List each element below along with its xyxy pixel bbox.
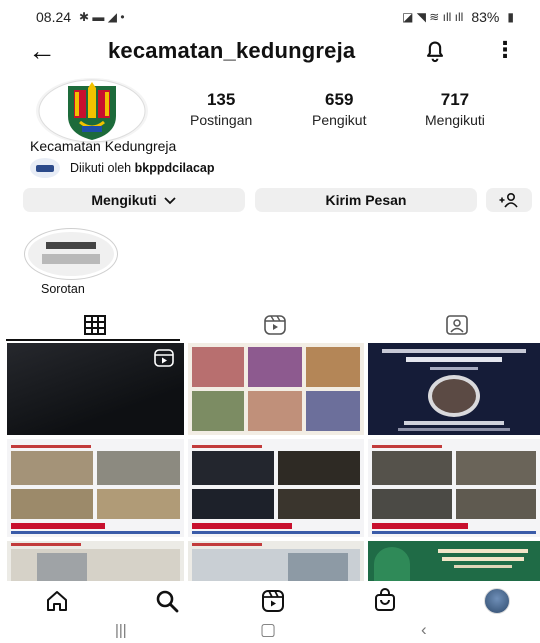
stat-posts-count: 135	[206, 90, 236, 109]
stat-following-label: Mengikuti	[425, 112, 485, 128]
stat-following[interactable]: 717 Mengikuti	[425, 90, 485, 128]
post-thumbnail[interactable]	[368, 343, 540, 435]
reels-nav-icon[interactable]	[260, 588, 286, 614]
active-tab-indicator	[6, 339, 180, 341]
followed-by-row[interactable]: Diikuti oleh bkppdcilacap	[30, 158, 215, 178]
stat-posts[interactable]: 135 Postingan	[190, 90, 252, 128]
more-options-icon[interactable]: ⋮	[494, 37, 516, 63]
stat-following-count: 717	[440, 90, 470, 109]
add-person-icon	[499, 192, 518, 208]
post-thumbnail[interactable]	[368, 439, 540, 537]
stat-followers[interactable]: 659 Pengikut	[312, 90, 366, 128]
followed-by-user: bkppdcilacap	[134, 161, 215, 175]
following-button[interactable]: Mengikuti	[23, 188, 245, 212]
chevron-down-icon	[164, 197, 176, 205]
profile-avatar-tab[interactable]	[484, 588, 510, 614]
shop-bag-icon[interactable]	[372, 588, 398, 614]
battery-icon: ▮	[507, 10, 514, 24]
followed-by-prefix: Diikuti oleh	[70, 161, 132, 175]
regency-emblem-icon	[38, 79, 146, 143]
back-arrow-icon[interactable]: ←	[28, 36, 56, 66]
post-thumbnail[interactable]	[7, 541, 184, 581]
battery-level: 83%	[471, 9, 500, 25]
suggest-people-button[interactable]	[486, 188, 532, 212]
status-bar: 08.24 ✱ ▬ ◢ • ◪ ◥ ≋ ıll ıll 83% ▮	[0, 0, 540, 34]
stat-posts-label: Postingan	[190, 112, 253, 128]
search-icon[interactable]	[154, 588, 180, 614]
followed-by-text: Diikuti oleh bkppdcilacap	[70, 161, 215, 175]
status-time: 08.24	[36, 9, 72, 25]
grid-icon[interactable]	[82, 314, 108, 336]
content-tabs	[0, 314, 540, 340]
profile-display-name: Kecamatan Kedungreja	[30, 138, 177, 154]
follower-avatar	[30, 158, 60, 178]
post-thumbnail[interactable]	[188, 541, 364, 581]
stat-followers-count: 659	[325, 90, 354, 109]
system-navigation-bar: ||| ▢ ‹	[0, 620, 540, 643]
post-thumbnail[interactable]	[368, 541, 540, 581]
home-button-icon[interactable]: ▢	[260, 620, 276, 640]
status-left: 08.24 ✱ ▬ ◢ •	[36, 9, 125, 25]
post-thumbnail[interactable]	[188, 343, 364, 435]
post-thumbnail[interactable]	[7, 343, 184, 435]
home-icon[interactable]	[44, 588, 70, 614]
network-icons: ◪ ◥ ≋ ıll ıll	[402, 10, 464, 24]
post-thumbnail[interactable]	[7, 439, 184, 537]
highlight-label: Sorotan	[41, 282, 85, 296]
bottom-navigation	[0, 584, 540, 618]
reel-icon	[154, 349, 174, 367]
profile-top-bar: ← kecamatan_kedungreja ⋮	[0, 34, 540, 70]
send-message-button[interactable]: Kirim Pesan	[255, 188, 477, 212]
highlight-cover	[28, 232, 114, 276]
tagged-icon[interactable]	[444, 314, 470, 336]
profile-avatar[interactable]	[36, 78, 148, 144]
notification-icons: ✱ ▬ ◢ •	[79, 10, 125, 24]
following-button-label: Mengikuti	[91, 192, 157, 208]
send-message-label: Kirim Pesan	[325, 192, 407, 208]
post-thumbnail[interactable]	[188, 439, 364, 537]
highlight-sorotan[interactable]	[24, 228, 118, 280]
recent-apps-icon[interactable]: |||	[115, 622, 127, 639]
system-back-icon[interactable]: ‹	[421, 620, 427, 640]
posts-grid	[7, 343, 540, 581]
bell-icon[interactable]	[421, 36, 449, 64]
stat-followers-label: Pengikut	[312, 112, 367, 128]
status-right: ◪ ◥ ≋ ıll ıll 83% ▮	[402, 9, 514, 25]
reels-icon[interactable]	[262, 314, 288, 336]
profile-username-title: kecamatan_kedungreja	[108, 38, 356, 63]
